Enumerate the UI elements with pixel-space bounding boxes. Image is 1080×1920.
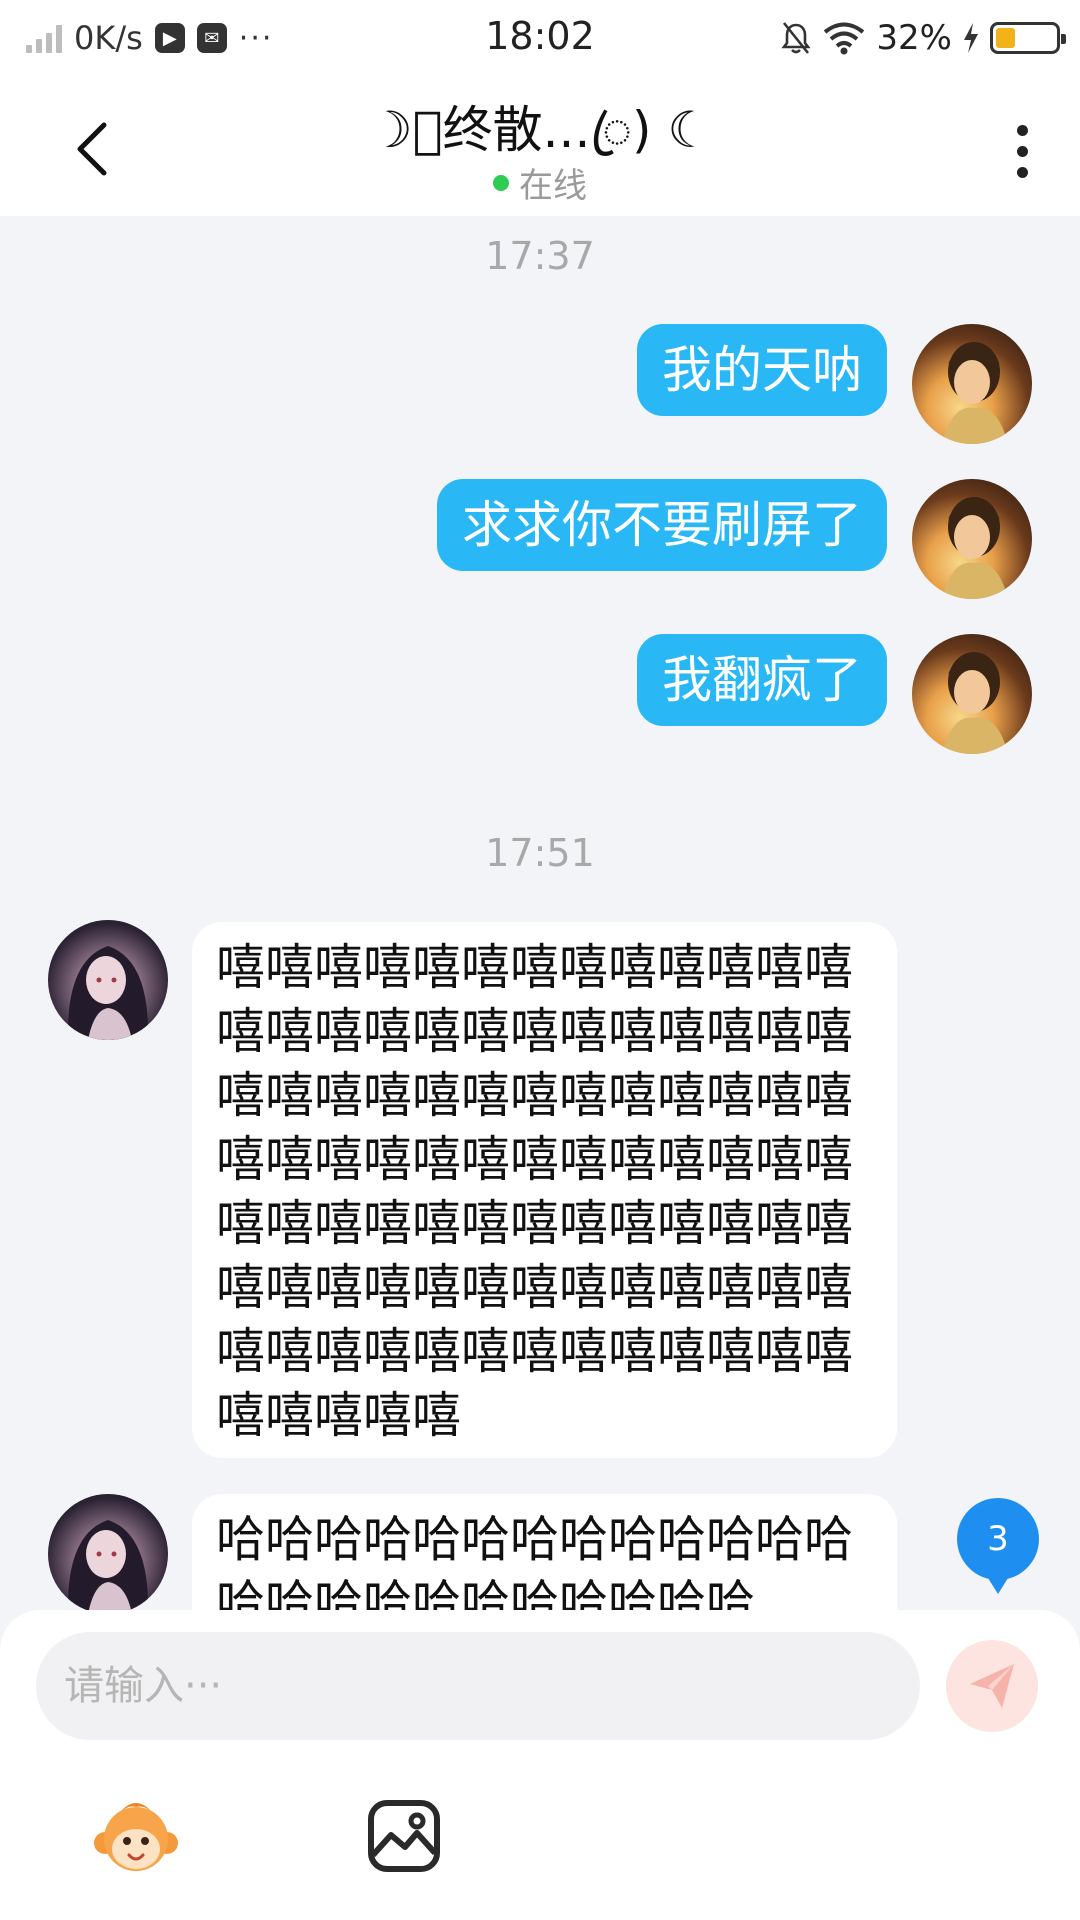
input-area — [0, 1610, 1080, 1920]
unread-count-badge[interactable]: 3 — [957, 1498, 1039, 1594]
outgoing-message-bubble[interactable]: 我翻疯了 — [637, 634, 887, 726]
outgoing-message-bubble[interactable]: 求求你不要刷屏了 — [437, 479, 887, 571]
message-list[interactable]: 17:37 我的天呐 求求你不要刷屏了 我翻疯了 17:51 嘻嘻嘻嘻嘻嘻嘻嘻嘻… — [0, 216, 1080, 1610]
sticker-button[interactable] — [88, 1788, 184, 1884]
battery-icon — [990, 22, 1066, 54]
send-icon — [970, 1664, 1014, 1708]
online-dot-icon — [493, 174, 509, 191]
message-input[interactable] — [36, 1632, 920, 1740]
status-bar: 0K/s ▶ ✉ ··· 18:02 32% — [0, 0, 1080, 76]
presence-status: 在线 — [0, 158, 1080, 207]
avatar-image — [942, 497, 1008, 599]
wifi-icon — [824, 22, 865, 55]
avatar-image — [942, 652, 1008, 754]
avatar-image — [942, 342, 1008, 444]
monkey-sticker-icon — [94, 1803, 178, 1871]
my-avatar[interactable] — [912, 634, 1032, 754]
more-vertical-icon — [1016, 124, 1028, 136]
send-button[interactable] — [946, 1640, 1038, 1732]
status-right: 32% — [780, 14, 1066, 62]
charging-icon — [964, 23, 978, 53]
avatar-image — [67, 1520, 149, 1610]
chat-header: ☽ꦿ终散...ꦿ) ☾ 在线 — [0, 76, 1080, 216]
incoming-message-bubble[interactable]: 嘻嘻嘻嘻嘻嘻嘻嘻嘻嘻嘻嘻嘻嘻嘻嘻嘻嘻嘻嘻嘻嘻嘻嘻嘻嘻嘻嘻嘻嘻嘻嘻嘻嘻嘻嘻嘻嘻嘻嘻… — [192, 922, 897, 1458]
contact-avatar[interactable] — [48, 920, 168, 1040]
more-options-button[interactable] — [992, 116, 1052, 186]
more-dot — [1016, 145, 1028, 157]
message-timestamp: 17:37 — [485, 234, 595, 278]
my-avatar[interactable] — [912, 324, 1032, 444]
more-dot — [1016, 166, 1028, 178]
contact-avatar[interactable] — [48, 1494, 168, 1610]
my-avatar[interactable] — [912, 479, 1032, 599]
incoming-message-bubble[interactable]: 哈哈哈哈哈哈哈哈哈哈哈哈哈哈哈哈哈哈哈哈哈哈哈哈 — [192, 1494, 897, 1610]
presence-label: 在线 — [519, 166, 587, 206]
outgoing-message-bubble[interactable]: 我的天呐 — [637, 324, 887, 416]
battery-percent: 32% — [876, 18, 952, 58]
bell-muted-icon — [781, 22, 812, 54]
battery-fill — [996, 28, 1015, 48]
image-icon — [368, 1800, 440, 1872]
avatar-image — [67, 946, 149, 1040]
image-picker-button[interactable] — [356, 1788, 452, 1884]
message-timestamp: 17:51 — [485, 831, 595, 875]
